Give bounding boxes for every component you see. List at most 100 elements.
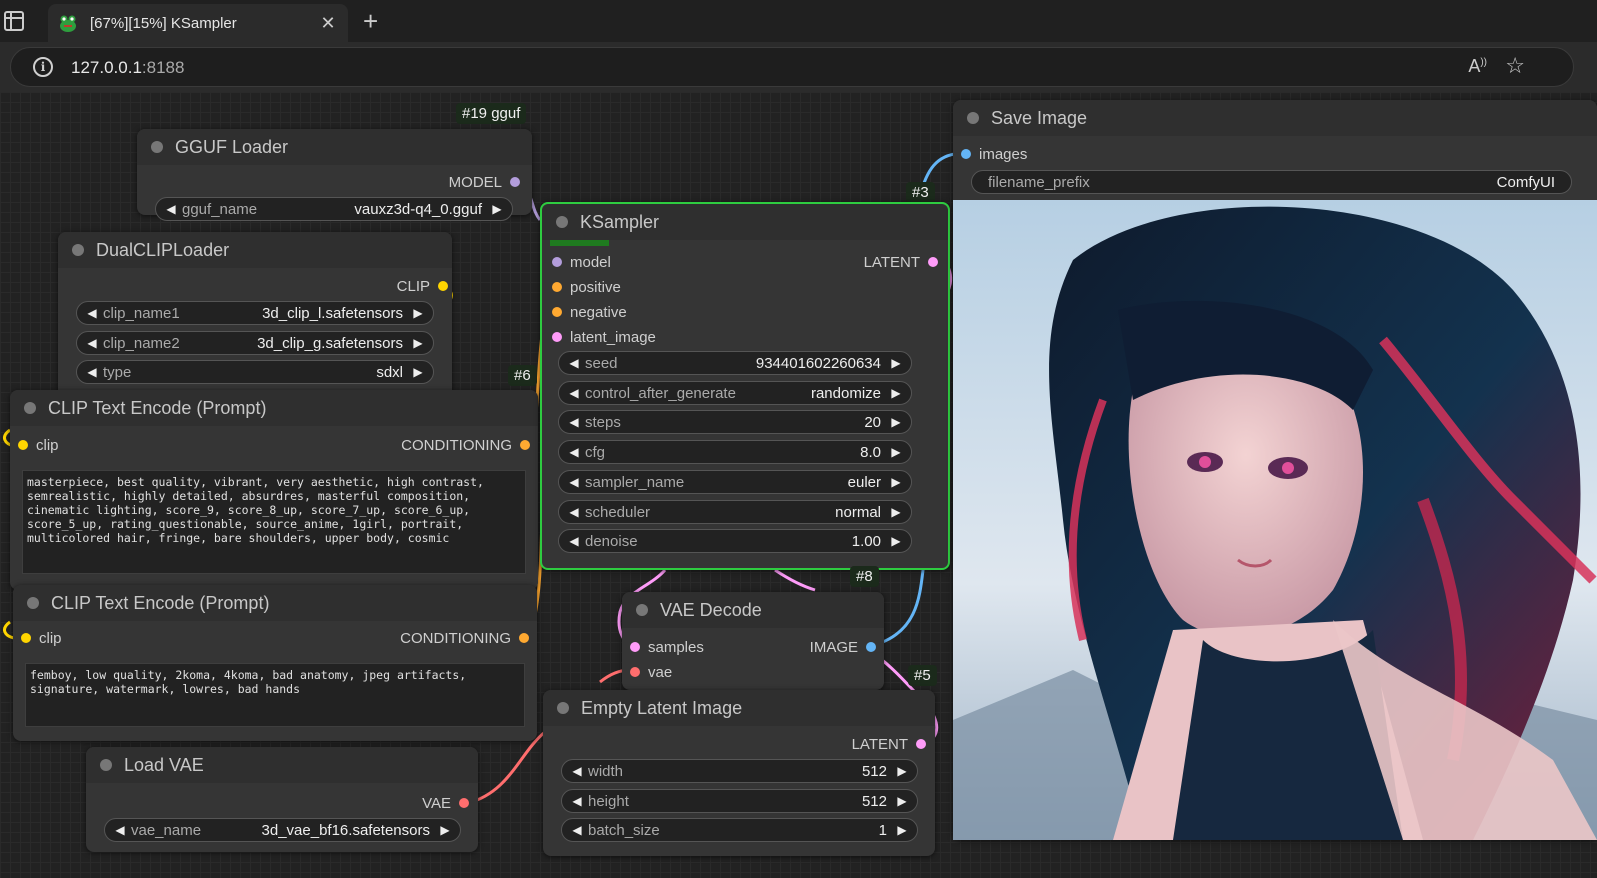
left-arrow-icon[interactable]: ◀ xyxy=(567,475,581,489)
widget-width[interactable]: ◀ width 512 ▶ xyxy=(561,759,918,783)
slot-dot[interactable] xyxy=(961,149,971,159)
left-arrow-icon[interactable]: ◀ xyxy=(164,202,178,216)
output-slot-vae[interactable]: VAE xyxy=(94,792,469,814)
slot-dot[interactable] xyxy=(519,633,529,643)
slot-dot[interactable] xyxy=(928,257,938,267)
slot-dot[interactable] xyxy=(552,282,562,292)
slot-dot[interactable] xyxy=(520,440,530,450)
right-arrow-icon[interactable]: ▶ xyxy=(895,823,909,837)
widget-seed[interactable]: ◀ seed 934401602260634 ▶ xyxy=(558,351,912,375)
read-aloud-icon[interactable]: A)) xyxy=(1468,56,1487,77)
save-image-node[interactable]: Save Image images filename_prefix ComfyUI xyxy=(953,100,1597,840)
right-arrow-icon[interactable]: ▶ xyxy=(411,336,425,350)
widget-cfg[interactable]: ◀ cfg 8.0 ▶ xyxy=(558,440,912,464)
slot-dot[interactable] xyxy=(21,633,31,643)
widget-sampler-name[interactable]: ◀ sampler_name euler ▶ xyxy=(558,470,912,494)
star-icon[interactable]: ☆ xyxy=(1505,53,1525,79)
widget-height[interactable]: ◀ height 512 ▶ xyxy=(561,789,918,813)
node-title-bar[interactable]: Load VAE xyxy=(86,747,478,783)
left-arrow-icon[interactable]: ◀ xyxy=(85,306,99,320)
prompt-text-positive[interactable]: masterpiece, best quality, vibrant, very… xyxy=(22,470,526,574)
right-arrow-icon[interactable]: ▶ xyxy=(889,415,903,429)
slot-dot[interactable] xyxy=(916,739,926,749)
left-arrow-icon[interactable]: ◀ xyxy=(567,534,581,548)
collapse-dot[interactable] xyxy=(636,604,648,616)
widget-denoise[interactable]: ◀ denoise 1.00 ▶ xyxy=(558,529,912,553)
right-arrow-icon[interactable]: ▶ xyxy=(889,356,903,370)
input-slot-latent-image[interactable]: latent_image xyxy=(552,326,656,348)
input-slot-images[interactable]: images xyxy=(961,143,1027,165)
output-slot-latent[interactable]: LATENT xyxy=(551,733,926,755)
close-icon[interactable]: ✕ xyxy=(318,13,338,34)
right-arrow-icon[interactable]: ▶ xyxy=(895,794,909,808)
left-arrow-icon[interactable]: ◀ xyxy=(567,415,581,429)
widget-gguf-name[interactable]: ◀ gguf_name vauxz3d-q4_0.gguf ▶ xyxy=(155,197,513,221)
output-slot-latent[interactable]: LATENT xyxy=(864,251,938,273)
right-arrow-icon[interactable]: ▶ xyxy=(889,475,903,489)
widget-clip-name1[interactable]: ◀ clip_name1 3d_clip_l.safetensors ▶ xyxy=(76,301,434,325)
plus-icon[interactable]: + xyxy=(363,7,378,35)
right-arrow-icon[interactable]: ▶ xyxy=(889,445,903,459)
input-slot-positive[interactable]: positive xyxy=(552,276,621,298)
url-text[interactable]: 127.0.0.1:8188 xyxy=(71,58,184,78)
dualcliploader-node[interactable]: DualCLIPLoader CLIP ◀ clip_name1 3d_clip_l… xyxy=(58,232,452,399)
node-title-bar[interactable]: CLIP Text Encode (Prompt) xyxy=(13,585,537,621)
slot-dot[interactable] xyxy=(510,177,520,187)
input-slot-clip[interactable]: clip xyxy=(18,434,59,456)
right-arrow-icon[interactable]: ▶ xyxy=(889,386,903,400)
slot-dot[interactable] xyxy=(18,440,28,450)
generated-image-preview[interactable] xyxy=(953,200,1597,840)
browser-tab[interactable]: [67%][15%] KSampler ✕ xyxy=(48,4,348,42)
input-slot-negative[interactable]: negative xyxy=(552,301,627,323)
output-slot-clip[interactable]: CLIP xyxy=(66,275,448,297)
vae-decode-node[interactable]: VAE Decode samples vae IMAGE xyxy=(622,592,884,690)
gguf-loader-node[interactable]: GGUF Loader MODEL ◀ gguf_name vauxz3d-q4_0… xyxy=(137,129,532,221)
widget-vae-name[interactable]: ◀ vae_name 3d_vae_bf16.safetensors ▶ xyxy=(104,818,461,842)
left-arrow-icon[interactable]: ◀ xyxy=(567,505,581,519)
right-arrow-icon[interactable]: ▶ xyxy=(438,823,452,837)
widget-scheduler[interactable]: ◀ scheduler normal ▶ xyxy=(558,500,912,524)
widget-filename-prefix[interactable]: filename_prefix ComfyUI xyxy=(971,170,1572,194)
node-title-bar[interactable]: GGUF Loader xyxy=(137,129,532,165)
widget-batch-size[interactable]: ◀ batch_size 1 ▶ xyxy=(561,818,918,842)
left-arrow-icon[interactable]: ◀ xyxy=(570,794,584,808)
collapse-dot[interactable] xyxy=(24,402,36,414)
right-arrow-icon[interactable]: ▶ xyxy=(411,365,425,379)
left-arrow-icon[interactable]: ◀ xyxy=(85,365,99,379)
ksampler-node[interactable]: KSampler model positive negative latent_… xyxy=(540,202,950,570)
collapse-dot[interactable] xyxy=(100,759,112,771)
clip-text-encode-negative-node[interactable]: CLIP Text Encode (Prompt) clip CONDITION… xyxy=(13,585,537,741)
output-slot-model[interactable]: MODEL xyxy=(145,171,520,193)
widget-control-after-generate[interactable]: ◀ control_after_generate randomize ▶ xyxy=(558,381,912,405)
output-slot-conditioning[interactable]: CONDITIONING xyxy=(401,434,530,456)
load-vae-node[interactable]: Load VAE VAE ◀ vae_name 3d_vae_bf16.safete… xyxy=(86,747,478,852)
collapse-dot[interactable] xyxy=(557,702,569,714)
widget-clip-name2[interactable]: ◀ clip_name2 3d_clip_g.safetensors ▶ xyxy=(76,331,434,355)
left-arrow-icon[interactable]: ◀ xyxy=(85,336,99,350)
input-slot-samples[interactable]: samples xyxy=(630,636,704,658)
output-slot-image[interactable]: IMAGE xyxy=(810,636,876,658)
address-bar[interactable]: i 127.0.0.1:8188 A)) ☆ xyxy=(10,47,1574,87)
node-title-bar[interactable]: KSampler xyxy=(542,204,948,240)
collapse-dot[interactable] xyxy=(72,244,84,256)
node-title-bar[interactable]: CLIP Text Encode (Prompt) xyxy=(10,390,538,426)
right-arrow-icon[interactable]: ▶ xyxy=(895,764,909,778)
prompt-text-negative[interactable]: femboy, low quality, 2koma, 4koma, bad a… xyxy=(25,663,525,727)
slot-dot[interactable] xyxy=(552,332,562,342)
slot-dot[interactable] xyxy=(552,307,562,317)
left-arrow-icon[interactable]: ◀ xyxy=(567,445,581,459)
right-arrow-icon[interactable]: ▶ xyxy=(490,202,504,216)
input-slot-model[interactable]: model xyxy=(552,251,611,273)
output-slot-conditioning[interactable]: CONDITIONING xyxy=(400,627,529,649)
collapse-dot[interactable] xyxy=(27,597,39,609)
collapse-dot[interactable] xyxy=(151,141,163,153)
slot-dot[interactable] xyxy=(552,257,562,267)
clip-text-encode-positive-node[interactable]: CLIP Text Encode (Prompt) clip CONDITION… xyxy=(10,390,538,590)
slot-dot[interactable] xyxy=(630,667,640,677)
input-slot-clip[interactable]: clip xyxy=(21,627,62,649)
left-arrow-icon[interactable]: ◀ xyxy=(570,764,584,778)
widget-steps[interactable]: ◀ steps 20 ▶ xyxy=(558,410,912,434)
left-arrow-icon[interactable]: ◀ xyxy=(113,823,127,837)
right-arrow-icon[interactable]: ▶ xyxy=(889,505,903,519)
input-slot-vae[interactable]: vae xyxy=(630,661,672,683)
